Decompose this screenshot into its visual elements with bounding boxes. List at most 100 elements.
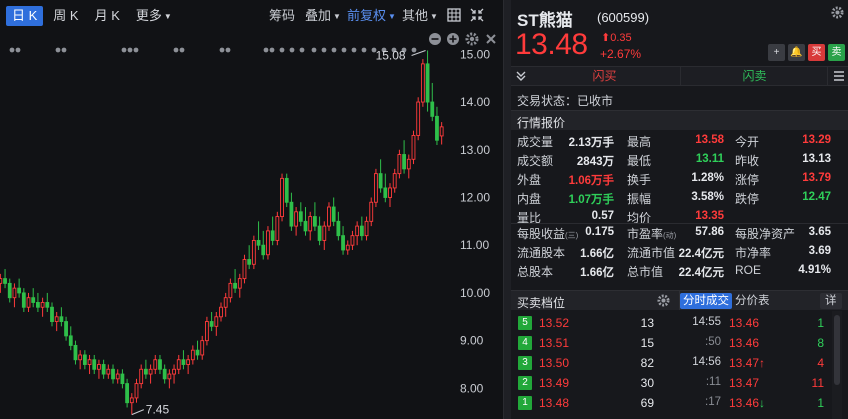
tab-time-sales[interactable]: 分时成交 [680,293,732,309]
candle-body [416,101,421,136]
period-month-button[interactable]: 月 K [89,6,126,26]
quote-label: 总股本 [517,263,553,280]
candle-body [73,344,78,361]
price-tick-label: 10.00 [460,286,490,300]
candle [378,159,383,193]
stock-code: (600599) [597,10,650,25]
chips-button[interactable]: 筹码 [269,6,295,26]
overlay-dropdown[interactable]: 叠加 ▼ [305,6,341,26]
chevron-down-icon: ▼ [430,12,438,21]
bid-price[interactable]: 13.51 [539,336,569,350]
settings-icon[interactable] [831,6,844,19]
tick-volume: 11 [811,376,824,390]
candle-body [430,101,435,117]
candle [50,302,54,327]
candle [78,350,83,370]
panel-splitter[interactable] [503,0,511,419]
candle [172,364,176,384]
candle-body [275,216,280,241]
tick-price: 13.46 [729,316,759,330]
tab-price-table[interactable]: 分价表 [732,293,773,309]
detail-button[interactable]: 详 [820,293,842,309]
candle-body [327,206,331,227]
ticks-header: 分时成交 分价表 详 [679,290,848,310]
candle-body [176,359,181,370]
bid-level-badge: 5 [518,316,532,330]
adjust-dropdown[interactable]: 前复权 ▼ [347,6,396,26]
candle-body [350,235,355,246]
bid-price[interactable]: 13.50 [539,356,569,370]
candle [12,283,17,308]
other-dropdown[interactable]: 其他 ▼ [402,6,438,26]
candle-body [439,126,444,137]
other-label: 其他 [402,8,429,23]
collapse-icon[interactable] [470,8,484,22]
candle [392,168,397,193]
sell-button[interactable]: 卖 [828,44,845,61]
candle [167,369,172,389]
candle-body [50,306,54,323]
bid-level-badge: 4 [518,336,532,350]
overlay-label: 叠加 [305,8,332,23]
candle-body [190,349,195,361]
quote-label-text: 总市值 [627,265,664,279]
quick-buy-button[interactable]: 闪买 [529,67,681,85]
candle [195,340,200,360]
buy-button[interactable]: 买 [808,44,825,61]
price-tick-label: 8.00 [460,381,484,395]
bid-volume: 13 [640,316,654,330]
bid-price[interactable]: 13.52 [539,316,569,330]
period-day-button[interactable]: 日 K [6,6,44,26]
bid-price[interactable]: 13.49 [539,376,569,390]
scrollbar-thumb[interactable] [834,315,840,385]
double-chevron-down-icon[interactable] [515,70,527,82]
candle-body [7,282,12,299]
price-tick-label: 11.00 [460,238,489,252]
candle-body [111,368,115,380]
period-week-button[interactable]: 周 K [47,6,84,26]
candle [383,173,388,203]
candle [416,97,421,141]
candle-body [397,154,402,175]
candle-body [406,158,411,170]
quick-sell-button[interactable]: 闪卖 [682,67,828,85]
quote-value: 13.35 [695,210,724,222]
quote-label-text: 每股收益 [517,227,566,241]
candle-body [214,316,219,327]
bid-price[interactable]: 13.48 [539,396,569,410]
settings-icon[interactable] [657,294,670,307]
candle [59,307,64,327]
candle [205,316,209,346]
menu-icon[interactable] [833,70,845,82]
candle [190,345,195,365]
candle [298,202,303,227]
candle [82,350,87,370]
candle-body [219,306,223,318]
quote-label-text: 流通市值 [627,246,676,260]
candle-body [68,335,73,346]
candle [359,216,364,241]
candle-body [312,216,317,227]
candle-body [369,201,374,222]
candle-body [317,225,322,241]
ticks-scrollbar[interactable] [832,311,842,419]
alert-bell-icon[interactable]: 🔔 [788,44,805,61]
candle-body [228,282,233,299]
candle [345,240,350,255]
candle [374,168,378,208]
more-periods-dropdown[interactable]: 更多 ▼ [130,6,178,26]
candle [17,278,22,298]
section-divider [511,223,848,224]
quote-label: ROE [735,263,761,277]
candle-body [17,287,22,294]
quote-value: 3.65 [808,226,831,238]
candle [247,245,252,270]
candle [402,140,407,174]
low-marker-line [131,409,144,416]
candle [21,288,26,313]
add-watchlist-button[interactable]: + [768,44,785,61]
candle [3,269,7,289]
tick-price: 13.46 [729,336,759,350]
candle [134,378,139,403]
grid-icon[interactable] [447,8,461,22]
